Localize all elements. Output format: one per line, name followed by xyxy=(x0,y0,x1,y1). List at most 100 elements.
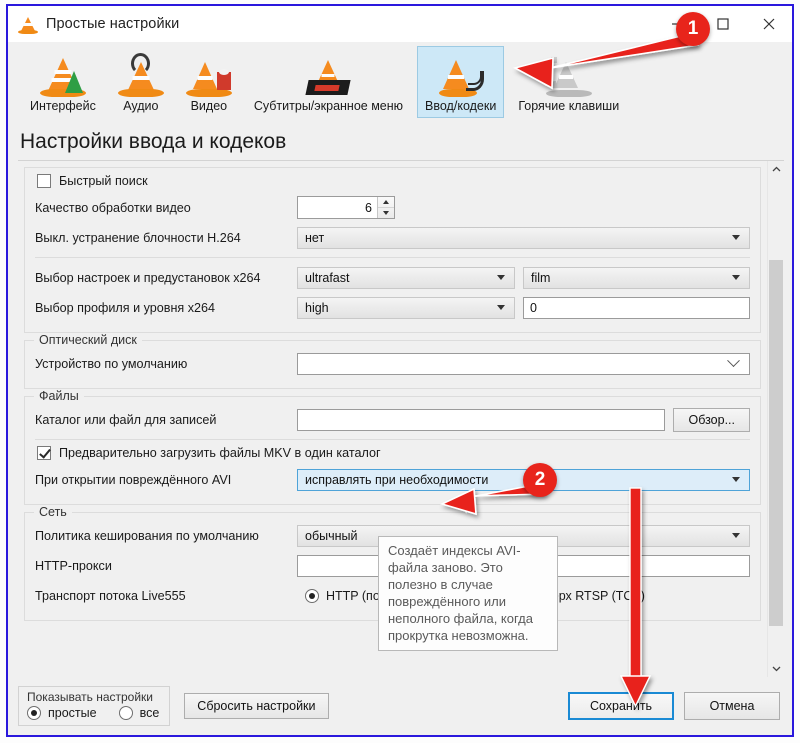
live555-http-radio[interactable] xyxy=(305,588,319,603)
preload-mkv-label: Предварительно загрузить файлы MKV в оди… xyxy=(59,446,381,460)
record-dir-label: Каталог или файл для записей xyxy=(35,412,217,427)
tab-subtitles-osd-label: Субтитры/экранное меню xyxy=(253,99,404,113)
vlc-cone-headphones-icon xyxy=(117,51,164,97)
video-quality-decrement[interactable] xyxy=(378,208,394,218)
show-settings-all-label: все xyxy=(139,706,160,720)
tab-interface-label: Интерфейс xyxy=(30,99,96,113)
damaged-avi-value: исправлять при необходимости xyxy=(305,472,489,487)
chevron-down-icon xyxy=(732,477,740,482)
damaged-avi-row: При открытии повреждённого AVI исправлят… xyxy=(35,466,750,493)
x264-preset-label: Выбор настроек и предустановок x264 xyxy=(35,270,261,285)
h264-deblocking-combo[interactable]: нет xyxy=(297,226,750,249)
show-settings-all-option[interactable]: все xyxy=(118,706,160,720)
chevron-down-icon xyxy=(732,235,740,240)
group-optical-disc: Оптический диск Устройство по умолчанию xyxy=(24,333,761,389)
chevron-down-icon xyxy=(497,275,505,280)
vlc-cone-subtitles-icon xyxy=(305,51,352,97)
cancel-button[interactable]: Отмена xyxy=(684,692,780,720)
x264-tune-combo[interactable]: film xyxy=(523,266,750,289)
vlc-cone-icon xyxy=(18,14,38,34)
preload-mkv-row[interactable]: Предварительно загрузить файлы MKV в оди… xyxy=(37,446,750,460)
video-quality-increment[interactable] xyxy=(378,197,394,208)
chevron-down-icon xyxy=(383,211,389,215)
chevron-down-icon xyxy=(497,305,505,310)
close-button[interactable] xyxy=(746,6,792,42)
group-optical-disc-title: Оптический диск xyxy=(34,333,142,347)
x264-tune-value: film xyxy=(531,270,551,285)
tab-hotkeys[interactable]: Горячие клавиши xyxy=(510,46,627,118)
group-files: Файлы Каталог или файл для записей Обзор… xyxy=(24,389,761,505)
damaged-avi-label: При открытии повреждённого AVI xyxy=(35,472,232,487)
tab-audio[interactable]: Аудио xyxy=(110,46,172,118)
tab-input-codecs[interactable]: Ввод/кодеки xyxy=(417,46,505,118)
video-quality-label: Качество обработки видео xyxy=(35,200,191,215)
window-controls xyxy=(654,6,792,42)
record-dir-row: Каталог или файл для записей Обзор... xyxy=(35,406,750,433)
cache-policy-label: Политика кеширования по умолчанию xyxy=(35,528,259,543)
x264-profile-label: Выбор профиля и уровня x264 xyxy=(35,300,216,315)
show-settings-all-radio[interactable] xyxy=(118,706,133,720)
screenshot-root: Простые настройки Интерфейс Аудио Видео … xyxy=(0,0,800,743)
show-settings-simple-radio[interactable] xyxy=(27,706,41,720)
record-dir-input[interactable] xyxy=(297,408,666,431)
scroll-down-button[interactable] xyxy=(768,660,784,677)
fast-seek-row[interactable]: Быстрый поиск xyxy=(37,174,750,188)
show-settings-simple-option[interactable]: простые xyxy=(27,706,97,720)
vlc-cone-hotkeys-icon xyxy=(545,51,592,97)
x264-preset-row: Выбор настроек и предустановок x264 ultr… xyxy=(35,264,750,291)
x264-profile-row: Выбор профиля и уровня x264 high 0 xyxy=(35,294,750,321)
x264-preset-value: ultrafast xyxy=(305,270,350,285)
group-codecs: Быстрый поиск Качество обработки видео 6 xyxy=(24,167,761,333)
live555-transport-label: Транспорт потока Live555 xyxy=(35,588,186,603)
video-quality-stepper[interactable]: 6 xyxy=(297,196,395,219)
scroll-up-button[interactable] xyxy=(768,161,784,178)
damaged-avi-combo[interactable]: исправлять при необходимости xyxy=(297,468,750,491)
reset-settings-button[interactable]: Сбросить настройки xyxy=(184,693,329,719)
browse-button[interactable]: Обзор... xyxy=(673,407,750,432)
fast-seek-label: Быстрый поиск xyxy=(59,174,148,188)
page-title: Настройки ввода и кодеков xyxy=(20,130,287,153)
title-bar: Простые настройки xyxy=(8,6,792,42)
minimize-button[interactable] xyxy=(654,6,700,42)
tab-input-codecs-label: Ввод/кодеки xyxy=(425,99,497,113)
chevron-down-icon xyxy=(727,354,740,368)
settings-tabs: Интерфейс Аудио Видео Субтитры/экранное … xyxy=(8,42,792,128)
tab-subtitles-osd[interactable]: Субтитры/экранное меню xyxy=(246,46,411,118)
vlc-cone-input-codecs-icon xyxy=(438,51,484,97)
x264-level-value: 0 xyxy=(530,300,537,315)
vertical-scrollbar[interactable] xyxy=(767,161,784,677)
tab-interface[interactable]: Интерфейс xyxy=(22,46,104,118)
http-proxy-label: HTTP-прокси xyxy=(35,558,112,573)
default-device-label: Устройство по умолчанию xyxy=(35,356,188,371)
save-button[interactable]: Сохранить xyxy=(568,692,674,720)
default-device-row: Устройство по умолчанию xyxy=(35,350,750,377)
video-quality-value: 6 xyxy=(365,200,372,215)
tab-video[interactable]: Видео xyxy=(178,46,240,118)
chevron-up-icon xyxy=(383,200,389,204)
damaged-avi-tooltip: Создаёт индексы AVI-файла заново. Это по… xyxy=(378,536,558,651)
maximize-button[interactable] xyxy=(700,6,746,42)
h264-deblocking-value: нет xyxy=(305,230,325,245)
video-quality-row: Качество обработки видео 6 xyxy=(35,194,750,221)
scrollbar-track[interactable] xyxy=(768,178,784,660)
preload-mkv-checkbox[interactable] xyxy=(37,446,51,460)
show-settings-simple-label: простые xyxy=(48,706,97,720)
fast-seek-checkbox[interactable] xyxy=(37,174,51,188)
x264-profile-combo[interactable]: high xyxy=(297,296,515,319)
default-device-combo[interactable] xyxy=(297,352,750,375)
scrollbar-thumb[interactable] xyxy=(769,259,783,627)
tab-audio-label: Аудио xyxy=(123,99,159,113)
vlc-cone-interface-icon xyxy=(39,51,86,97)
group-files-title: Файлы xyxy=(34,389,84,403)
show-settings-title: Показывать настройки xyxy=(27,690,154,704)
tab-video-label: Видео xyxy=(190,99,228,113)
window-title: Простые настройки xyxy=(46,16,180,32)
show-settings-group: Показывать настройки простые все xyxy=(18,686,171,726)
tab-hotkeys-label: Горячие клавиши xyxy=(518,99,620,113)
h264-deblocking-row: Выкл. устранение блочности H.264 нет xyxy=(35,224,750,251)
x264-preset-combo[interactable]: ultrafast xyxy=(297,266,515,289)
divider xyxy=(35,257,750,258)
x264-level-input[interactable]: 0 xyxy=(523,296,750,319)
chevron-down-icon xyxy=(732,275,740,280)
chevron-down-icon xyxy=(732,533,740,538)
